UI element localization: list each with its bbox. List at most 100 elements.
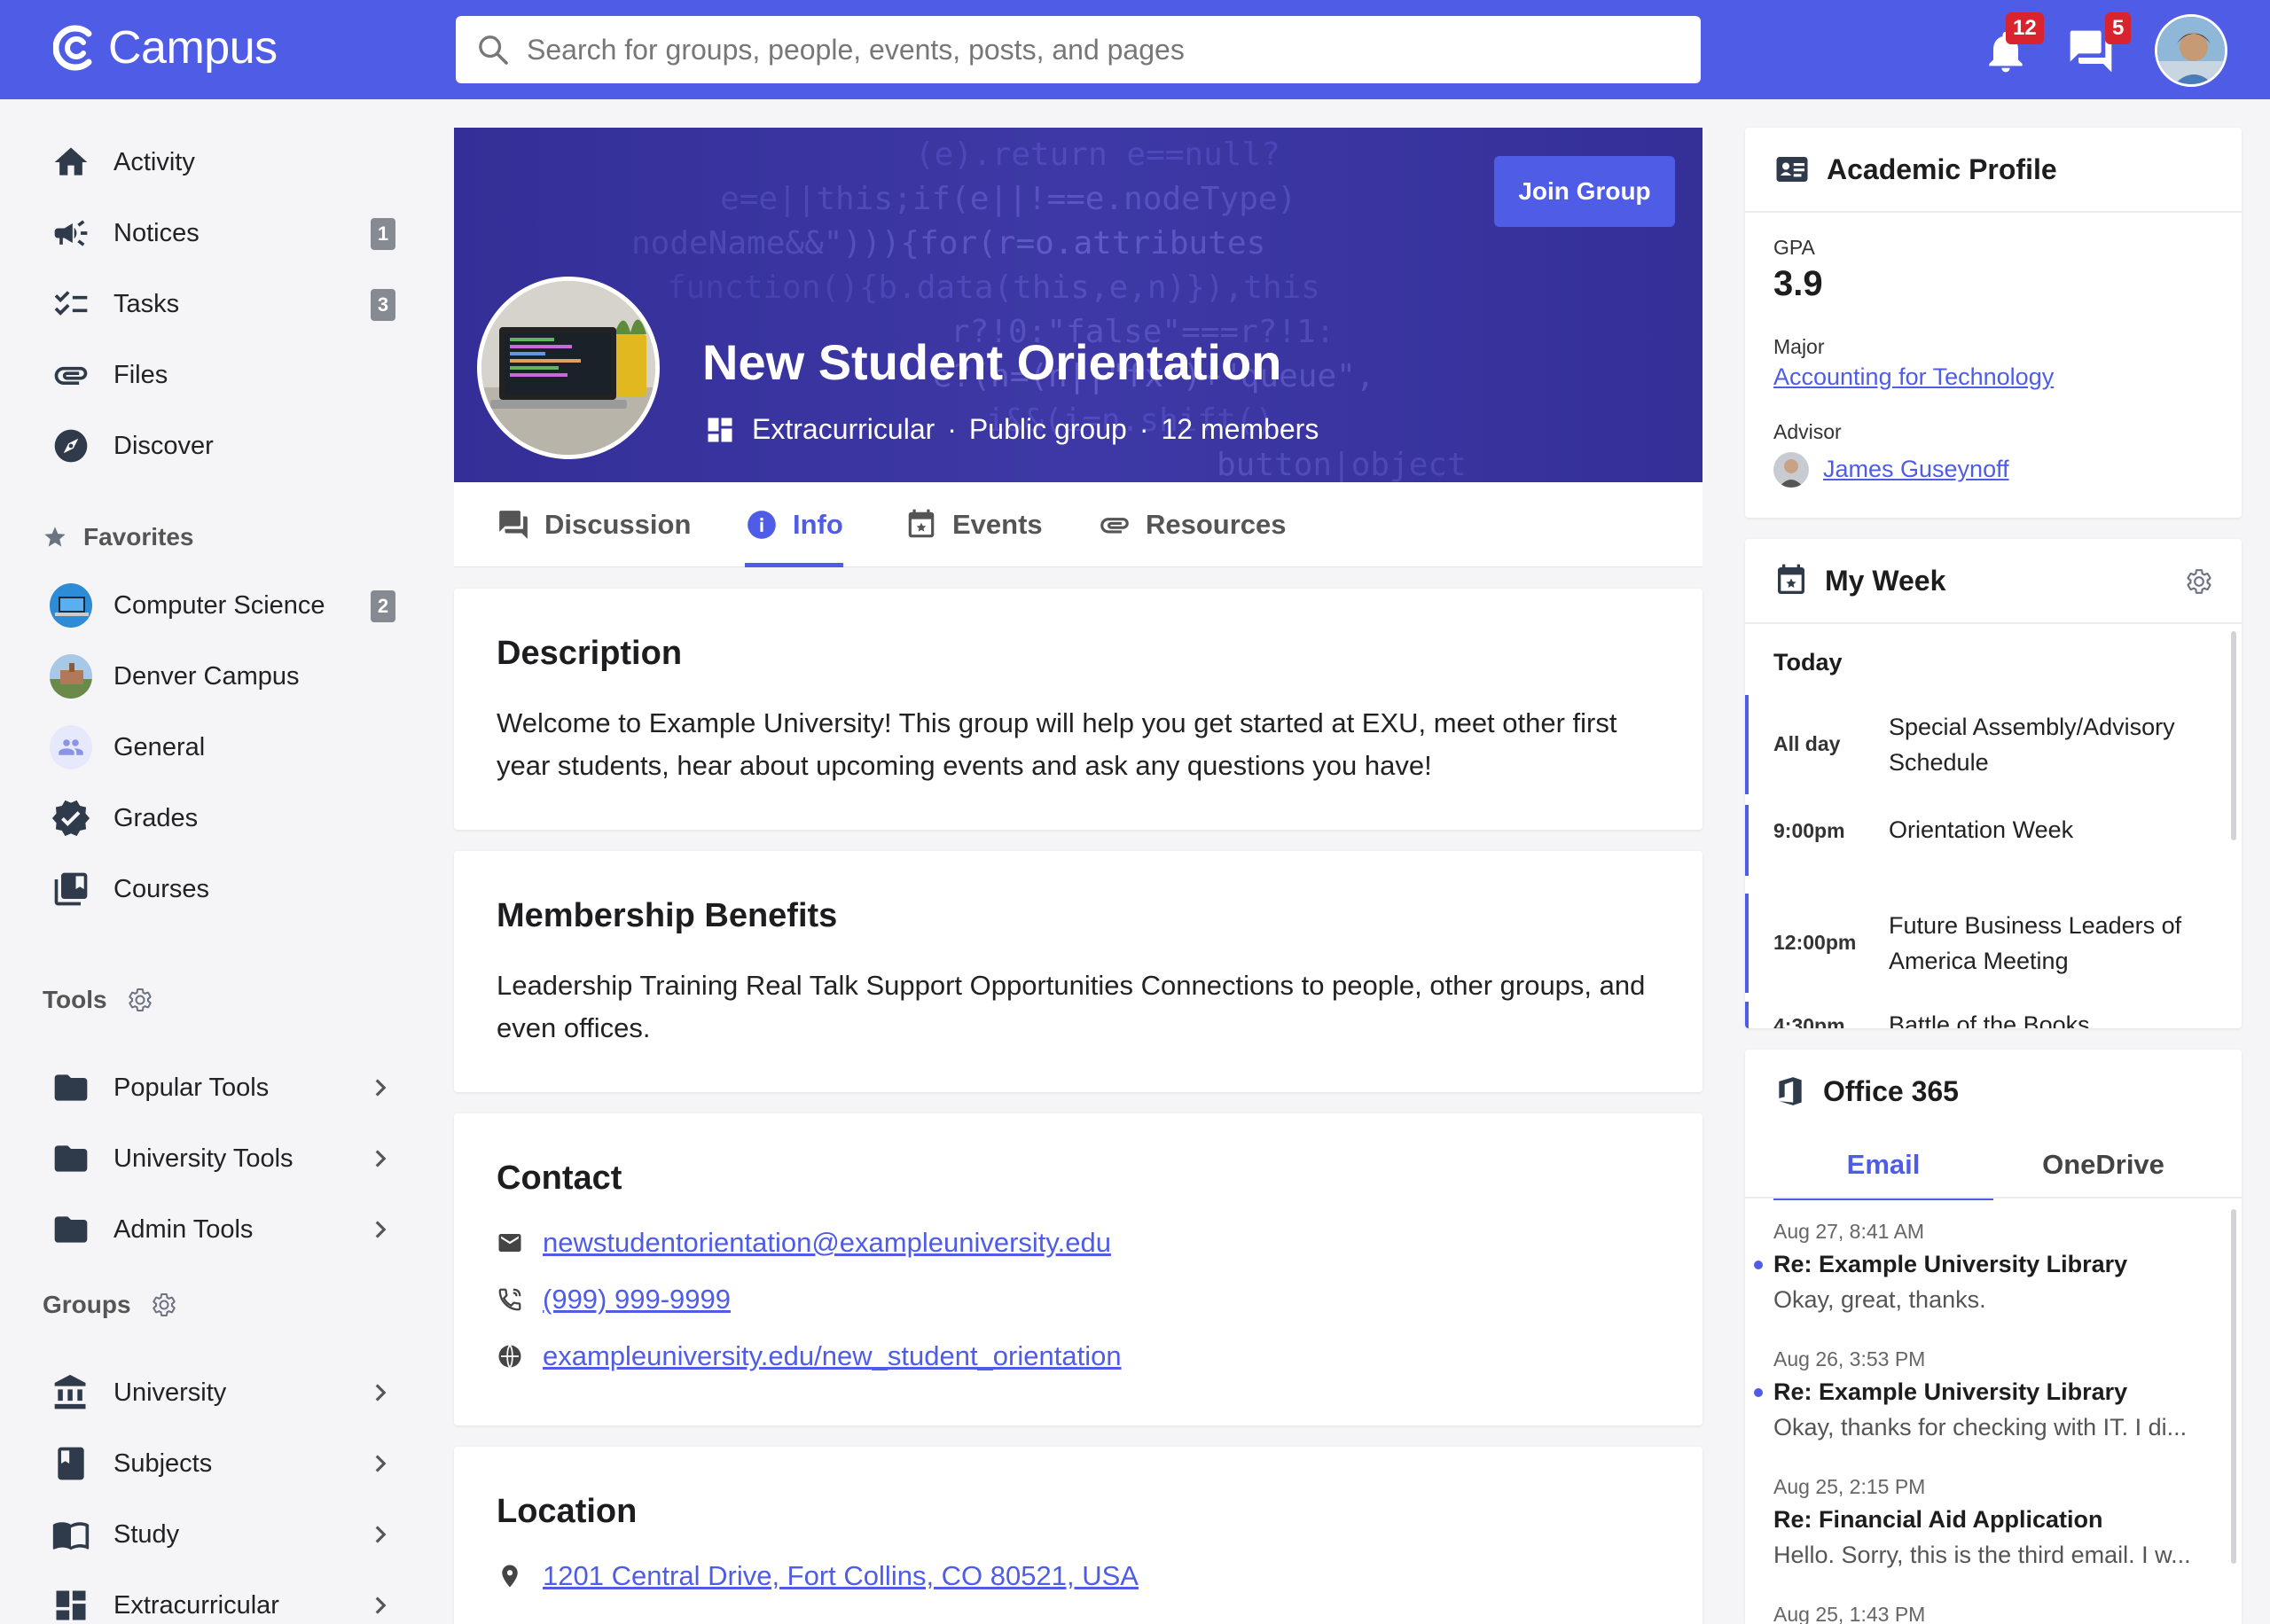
sidebar-item-admin-tools[interactable]: Admin Tools [50, 1198, 404, 1261]
tools-title: Tools [43, 986, 107, 1013]
sidebar-item-label: Tasks [114, 289, 180, 318]
messages-badge: 5 [2105, 12, 2132, 44]
tab-discussion[interactable]: Discussion [497, 482, 691, 567]
week-event[interactable]: 12:00pm Future Business Leaders of Ameri… [1745, 894, 2224, 993]
sidebar-item-discover[interactable]: Discover [50, 415, 404, 477]
my-week-header: My Week [1773, 539, 1945, 622]
contact-website-link[interactable]: exampleuniversity.edu/new_student_orient… [543, 1340, 1122, 1372]
map-book-icon [50, 1513, 92, 1556]
chevron-right-icon [375, 1079, 387, 1097]
computer-science-avatar [50, 583, 92, 628]
sidebar-item-tasks[interactable]: Tasks 3 [50, 273, 404, 335]
office-365-card: Office 365 Email OneDrive Aug 27, 8:41 A… [1745, 1050, 2242, 1624]
email-item[interactable]: Aug 25, 1:43 PM [1773, 1599, 2217, 1624]
week-event[interactable]: 9:00pm Orientation Week [1745, 805, 2224, 876]
description-card: Description Welcome to Example Universit… [454, 589, 1702, 830]
tools-header: Tools [43, 986, 153, 1014]
app-name: Campus [108, 22, 278, 74]
week-scrollbar[interactable] [2231, 631, 2236, 840]
campus-logo[interactable]: Campus [53, 21, 278, 74]
institution-icon [50, 1371, 92, 1414]
divider [1745, 211, 2242, 213]
notifications-badge: 12 [2006, 12, 2044, 44]
sidebar-item-courses[interactable]: Courses [50, 858, 404, 920]
sidebar-item-label: University Tools [114, 1144, 294, 1173]
office-logo-icon [1773, 1074, 1807, 1109]
sidebar-item-study[interactable]: Study [50, 1503, 404, 1565]
email-scrollbar[interactable] [2231, 1209, 2236, 1564]
major-link[interactable]: Accounting for Technology [1773, 363, 2054, 391]
week-event[interactable]: All day Special Assembly/Advisory Schedu… [1745, 695, 2224, 794]
chevron-right-icon [375, 1384, 387, 1401]
tab-resources[interactable]: Resources [1098, 482, 1287, 567]
computer-science-count-badge: 2 [371, 590, 395, 622]
week-event-title: Battle of the Books [1889, 1011, 2090, 1028]
search-input[interactable] [527, 33, 1662, 66]
tab-events[interactable]: Events [904, 482, 1043, 567]
email-item[interactable]: Aug 25, 2:15 PM Re: Financial Aid Applic… [1773, 1472, 2217, 1573]
sidebar-item-files[interactable]: Files [50, 344, 404, 406]
sidebar-item-label: Courses [114, 874, 209, 903]
campus-logo-icon [53, 25, 92, 71]
search-bar[interactable] [456, 16, 1701, 83]
calendar-icon [1773, 563, 1809, 598]
sidebar-item-computer-science[interactable]: Computer Science 2 [50, 574, 404, 636]
gear-icon[interactable] [2185, 567, 2213, 596]
contact-phone-link[interactable]: (999) 999-9999 [543, 1284, 731, 1316]
sidebar-item-notices[interactable]: Notices 1 [50, 202, 404, 264]
sidebar-item-label: Activity [114, 147, 195, 176]
unread-dot-icon [1754, 1388, 1763, 1397]
sidebar-item-denver-campus[interactable]: Denver Campus [50, 645, 404, 707]
sidebar-item-subjects[interactable]: Subjects [50, 1433, 404, 1495]
tasks-count-badge: 3 [371, 289, 395, 321]
gear-icon[interactable] [127, 987, 153, 1013]
sidebar-item-university[interactable]: University [50, 1362, 404, 1424]
sidebar-item-label: Study [114, 1519, 180, 1549]
contact-email-link[interactable]: newstudentorientation@exampleuniversity.… [543, 1227, 1111, 1259]
academic-profile-title: Academic Profile [1827, 152, 2057, 185]
folder-icon [50, 1137, 92, 1180]
week-event[interactable]: 4:30pm Battle of the Books [1745, 1002, 2224, 1028]
advisor-link[interactable]: James Guseynoff [1823, 456, 2009, 483]
sidebar-item-label: University [114, 1378, 227, 1407]
folder-icon [50, 1208, 92, 1251]
sidebar-item-university-tools[interactable]: University Tools [50, 1128, 404, 1190]
week-event-time: 12:00pm [1773, 931, 1857, 954]
group-tabs: Discussion Info Events Resources [454, 482, 1702, 567]
advisor-label: Advisor [1773, 420, 1842, 443]
academic-profile-card: Academic Profile GPA 3.9 Major Accountin… [1745, 128, 2242, 518]
sidebar-item-label: Notices [114, 218, 200, 247]
chevron-right-icon [375, 1526, 387, 1543]
gear-icon[interactable] [151, 1292, 177, 1318]
tab-info[interactable]: Info [745, 482, 843, 567]
globe-icon [498, 1344, 521, 1369]
email-item[interactable]: Aug 27, 8:41 AM Re: Example University L… [1754, 1216, 2217, 1317]
benefits-title: Membership Benefits [497, 897, 838, 934]
email-item[interactable]: Aug 26, 3:53 PM Re: Example University L… [1754, 1344, 2217, 1445]
contact-title: Contact [497, 1159, 622, 1197]
sidebar-item-activity[interactable]: Activity [50, 131, 404, 193]
favorites-title: Favorites [83, 523, 194, 550]
sidebar-item-grades[interactable]: Grades [50, 787, 404, 849]
separator-dot: · [947, 413, 957, 445]
gpa-label: GPA [1773, 236, 1815, 259]
sidebar: Activity Notices 1 Tasks 3 Files Discove… [0, 99, 426, 1624]
sidebar-item-label: Grades [114, 803, 199, 832]
divider [1745, 622, 2242, 624]
group-title: New Student Orientation [702, 334, 1282, 390]
folder-icon [50, 1066, 92, 1109]
user-avatar[interactable] [2155, 14, 2227, 87]
tab-email[interactable]: Email [1773, 1145, 1993, 1200]
sidebar-item-label: Denver Campus [114, 661, 300, 691]
academic-profile-header: Academic Profile [1773, 128, 2057, 211]
location-address-link[interactable]: 1201 Central Drive, Fort Collins, CO 805… [543, 1560, 1139, 1592]
join-group-button[interactable]: Join Group [1494, 156, 1675, 227]
star-icon [44, 527, 66, 547]
checklist-icon [50, 283, 92, 325]
tab-label: Info [793, 509, 843, 540]
sidebar-item-general[interactable]: General [50, 716, 404, 778]
sidebar-item-popular-tools[interactable]: Popular Tools [50, 1057, 404, 1119]
tab-onedrive[interactable]: OneDrive [1993, 1145, 2213, 1200]
sidebar-item-extracurricular[interactable]: Extracurricular [50, 1574, 404, 1624]
group-visibility: Public group [968, 413, 1127, 445]
